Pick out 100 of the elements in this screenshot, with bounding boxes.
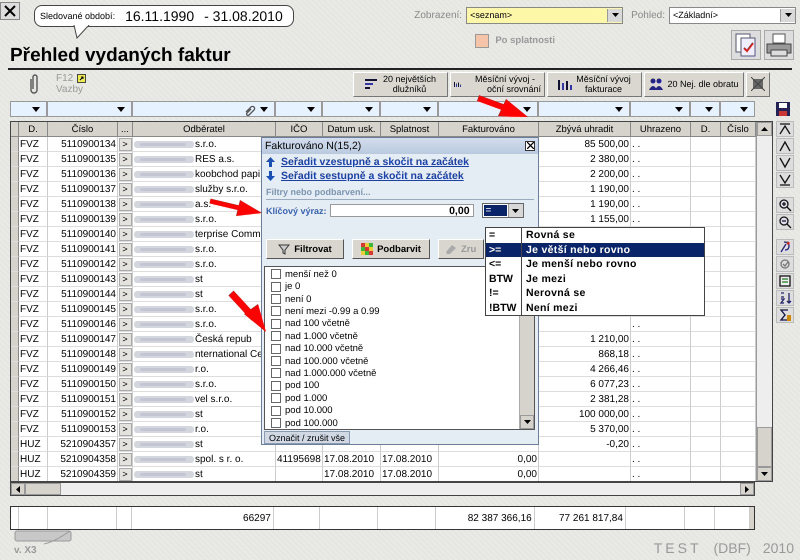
open-button[interactable]: > [118,468,132,480]
column-header[interactable]: Uhrazeno [631,122,691,137]
caret-icon[interactable] [740,107,748,112]
checkbox[interactable] [271,294,281,304]
caret-icon[interactable] [32,107,40,112]
row-header[interactable] [11,257,19,272]
previous-icon[interactable] [776,138,794,154]
first-record-icon[interactable] [776,121,794,137]
filter-field[interactable] [10,101,47,117]
paperclip-icon[interactable] [28,73,40,95]
column-header[interactable]: Číslo [48,122,118,137]
filter-field[interactable] [47,101,132,117]
dialog-button[interactable]: Filtrovat [266,239,344,260]
dropdown-option[interactable]: <= Je menší nebo rovno [486,257,704,272]
caret-icon[interactable] [423,107,431,112]
open-button[interactable]: > [118,348,132,360]
sum-icon[interactable] [776,307,794,323]
dropdown-option[interactable]: BTW Je mezi [486,272,704,286]
filter-field[interactable] [322,101,380,117]
toolbar-button[interactable]: Měsíční vývoj - oční srovnání [450,72,545,96]
column-header[interactable]: Splatnost [381,122,439,137]
open-button[interactable]: > [118,288,132,300]
row-header[interactable] [11,392,19,407]
open-button[interactable]: > [118,242,132,256]
list-icon[interactable] [776,273,794,289]
paperclip-icon[interactable] [244,104,256,116]
sort-icon[interactable] [776,290,794,306]
row-header[interactable] [11,152,19,167]
checkbox[interactable] [271,318,281,329]
checkbox[interactable] [271,418,281,428]
column-header[interactable]: IČO [276,122,323,137]
view-select[interactable]: <seznam> [466,6,624,24]
caret-icon[interactable] [615,107,623,112]
open-button[interactable]: > [118,392,132,406]
close-icon[interactable] [525,140,535,151]
open-button[interactable]: > [118,258,132,270]
caret-icon[interactable] [117,107,125,112]
open-button[interactable]: > [118,302,132,316]
caret-icon[interactable] [675,107,683,112]
open-button[interactable]: > [118,152,132,166]
zoom-in-icon[interactable] [776,197,794,213]
filter-field[interactable] [380,101,438,117]
wizard-icon[interactable] [776,239,794,255]
checkbox[interactable] [271,269,281,280]
open-button[interactable]: > [118,378,132,390]
caret-icon[interactable] [523,107,531,112]
column-header[interactable]: ... [118,122,133,137]
save-icon[interactable] [775,101,791,117]
row-header[interactable] [11,197,19,212]
scroll-down-icon[interactable] [761,472,768,476]
zoom-out-icon[interactable] [776,214,794,230]
scroll-left-icon[interactable] [16,486,20,492]
caret-icon[interactable] [705,107,713,112]
open-button[interactable]: > [118,182,132,196]
column-header[interactable]: D. [691,122,721,137]
dropdown-option[interactable]: != Nerovná se [486,286,704,300]
dropdown-option[interactable]: !BTW Není mezi [486,300,704,315]
open-button[interactable]: > [118,198,132,210]
operator-select[interactable]: = [482,203,524,218]
caret-icon[interactable] [784,13,792,17]
open-button[interactable]: > [118,408,132,420]
open-button[interactable]: > [118,212,132,226]
row-header[interactable] [11,317,19,332]
perspective-select[interactable]: <Základní> [669,6,796,24]
checkbox[interactable] [271,368,281,378]
toolbar-button[interactable]: 20 Nej. dle obratu [644,72,744,96]
toggle-all-button[interactable]: Označit / zrušit vše [264,431,350,444]
checkbox[interactable] [271,406,281,416]
checkbox[interactable] [271,380,281,391]
scroll-down-icon[interactable] [524,420,530,424]
open-button[interactable]: > [118,362,132,376]
row-header[interactable] [11,407,19,422]
column-header[interactable]: Odběratel [133,122,276,137]
open-button[interactable]: > [118,272,132,286]
horizontal-scrollbar[interactable] [10,482,755,496]
row-header[interactable] [11,227,19,242]
scroll-right-icon[interactable] [745,486,749,492]
sort-link[interactable]: Seřadit sestupně a skočit na začátek [281,170,464,182]
row-header[interactable] [11,302,19,317]
vertical-scrollbar[interactable] [756,122,772,481]
printer-icon[interactable] [764,30,794,60]
filter-field[interactable] [132,101,275,117]
column-header[interactable]: Datum usk. [323,122,381,137]
open-button[interactable]: > [118,318,132,330]
open-button[interactable]: > [118,168,132,180]
column-header[interactable]: Číslo [721,122,756,137]
column-header[interactable]: Fakturováno [439,122,539,137]
row-header[interactable] [11,452,19,467]
last-record-icon[interactable] [776,172,794,188]
filter-field[interactable] [538,101,630,117]
scroll-up-icon[interactable] [761,127,768,131]
checkbox[interactable] [271,306,281,316]
row-header[interactable] [11,137,19,152]
close-button[interactable] [0,2,20,20]
open-button[interactable]: > [118,138,132,150]
toolbar-button[interactable]: 20 největších dlužníků [353,72,448,96]
column-header[interactable]: D. [19,122,48,137]
row-header[interactable] [11,242,19,257]
checkbox[interactable] [271,393,281,404]
row-header[interactable] [11,332,19,347]
